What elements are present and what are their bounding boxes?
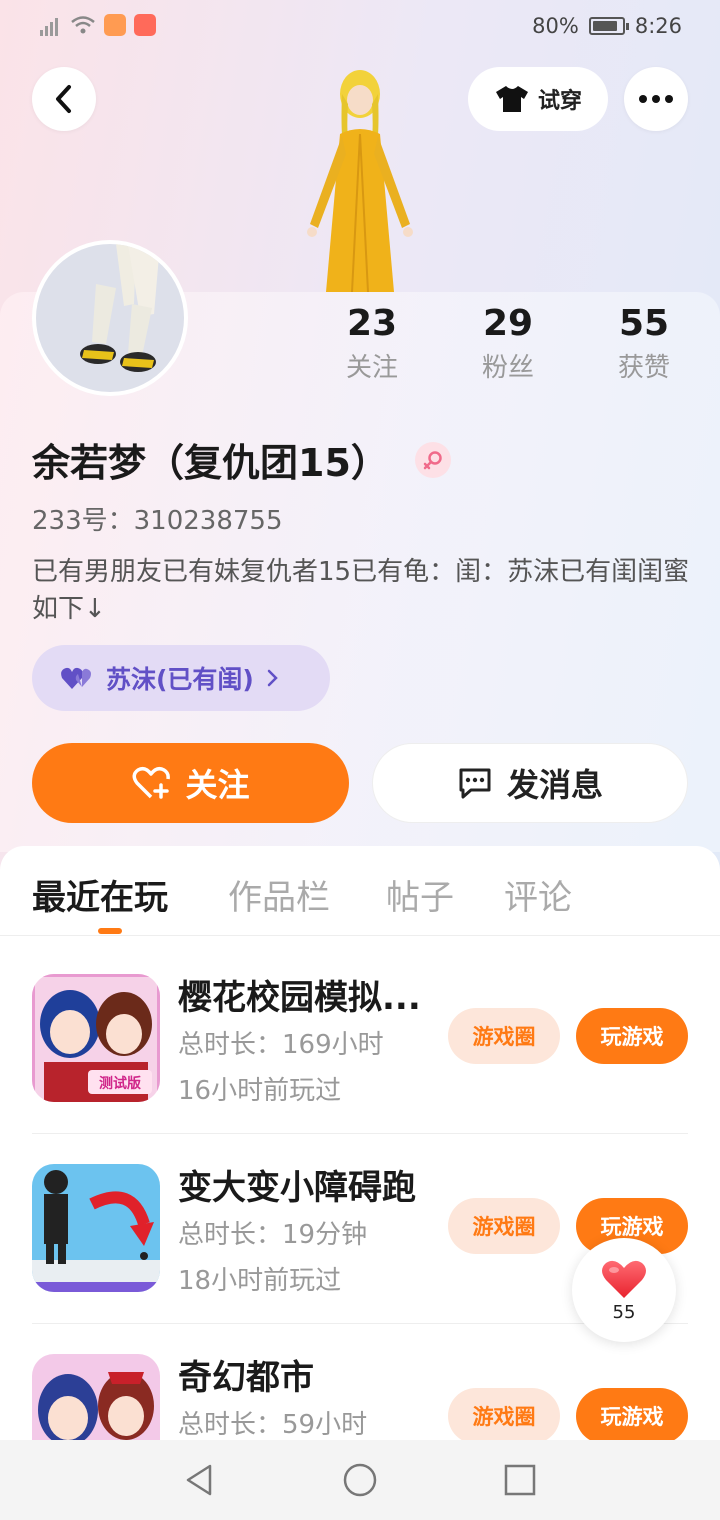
- nav-recents-icon[interactable]: [502, 1462, 538, 1498]
- try-on-label: 试穿: [537, 89, 582, 114]
- app-notification-icon: [134, 14, 156, 36]
- game-row[interactable]: 测试版 樱花校园模拟... 总时长：169小时 16小时前玩过 游戏圈 玩游戏: [32, 944, 688, 1134]
- content-panel: 最近在玩 作品栏 帖子 评论 测试版 樱花校园模拟... 总时长：169小时 1…: [0, 846, 720, 1482]
- profile-name: 余若梦（复仇团15）: [32, 441, 389, 485]
- double-heart-icon: [61, 667, 91, 689]
- game-title: 樱花校园模拟...: [178, 978, 421, 1018]
- female-icon: [414, 441, 451, 478]
- like-count: 55: [612, 1301, 636, 1323]
- game-last-played: 16小时前玩过: [178, 1076, 342, 1106]
- relation-tag-label: 苏沫(已有闺): [106, 665, 254, 694]
- back-button[interactable]: [32, 67, 96, 131]
- tab-comments[interactable]: 评论: [504, 870, 572, 919]
- stat-value: 23: [346, 303, 398, 344]
- clock: 8:26: [634, 14, 682, 38]
- chevron-right-icon: [267, 669, 278, 687]
- game-last-played: 18小时前玩过: [178, 1266, 342, 1296]
- battery-icon: [588, 17, 629, 35]
- game-circle-button[interactable]: 游戏圈: [448, 1198, 560, 1254]
- tab-indicator: [98, 928, 122, 934]
- like-button[interactable]: 55: [572, 1238, 676, 1342]
- game-circle-button[interactable]: 游戏圈: [448, 1388, 560, 1444]
- stat-followers[interactable]: 29 粉丝: [448, 300, 568, 388]
- tab-works[interactable]: 作品栏: [228, 870, 330, 919]
- character-figure: [307, 70, 413, 292]
- tab-bar: 最近在玩 作品栏 帖子 评论: [0, 846, 720, 936]
- heart-plus-icon: [132, 766, 171, 799]
- game-icon: 测试版: [32, 974, 160, 1102]
- app-notification-icon: [104, 14, 126, 36]
- message-label: 发消息: [506, 766, 603, 804]
- chat-bubble-icon: [459, 768, 491, 799]
- tab-recently-played[interactable]: 最近在玩: [32, 870, 168, 919]
- signal-icon: [38, 14, 62, 36]
- avatar[interactable]: [32, 240, 188, 396]
- message-button[interactable]: 发消息: [372, 743, 688, 823]
- more-dots-icon: [639, 95, 673, 103]
- profile-name-row: 余若梦（复仇团15）: [32, 432, 451, 487]
- wifi-icon: [71, 16, 95, 34]
- stat-value: 55: [618, 303, 670, 344]
- status-bar: 80% 8:26: [0, 0, 720, 56]
- play-game-button[interactable]: 玩游戏: [576, 1388, 688, 1444]
- stat-label: 粉丝: [481, 353, 534, 383]
- stat-likes[interactable]: 55 获赞: [584, 300, 704, 388]
- game-duration: 总时长：19分钟: [178, 1220, 368, 1250]
- stat-value: 29: [482, 303, 534, 344]
- user-id: 233号：310238755: [32, 506, 283, 536]
- game-icon: [32, 1164, 160, 1292]
- profile-stats: 23 关注 29 粉丝 55 获赞: [320, 300, 720, 400]
- stat-label: 关注: [345, 353, 398, 383]
- svg-text:测试版: 测试版: [99, 1075, 141, 1092]
- follow-button[interactable]: 关注: [32, 743, 349, 823]
- relation-tag[interactable]: 苏沫(已有闺): [32, 645, 330, 711]
- game-title: 变大变小障碍跑: [178, 1168, 416, 1208]
- follow-label: 关注: [185, 766, 250, 804]
- game-duration: 总时长：169小时: [178, 1030, 384, 1060]
- bio-text: 已有男朋友已有妹复仇者15已有龟：闺：苏沫已有闺闺蜜如下↓: [32, 557, 690, 624]
- stat-following[interactable]: 23 关注: [312, 300, 432, 388]
- try-on-button[interactable]: 试穿: [468, 67, 608, 131]
- system-nav-bar: [0, 1440, 720, 1520]
- game-duration: 总时长：59小时: [178, 1410, 368, 1440]
- shirt-icon: [495, 86, 528, 112]
- avatar-image: [80, 244, 160, 372]
- nav-back-icon[interactable]: [182, 1462, 218, 1498]
- game-circle-button[interactable]: 游戏圈: [448, 1008, 560, 1064]
- more-button[interactable]: [624, 67, 688, 131]
- game-title: 奇幻都市: [178, 1358, 314, 1398]
- chevron-left-icon: [56, 85, 71, 113]
- tab-posts[interactable]: 帖子: [386, 870, 454, 919]
- stat-label: 获赞: [617, 353, 670, 383]
- nav-home-icon[interactable]: [342, 1462, 378, 1498]
- play-game-button[interactable]: 玩游戏: [576, 1008, 688, 1064]
- battery-percent: 80%: [532, 14, 579, 38]
- heart-icon: [602, 1260, 646, 1298]
